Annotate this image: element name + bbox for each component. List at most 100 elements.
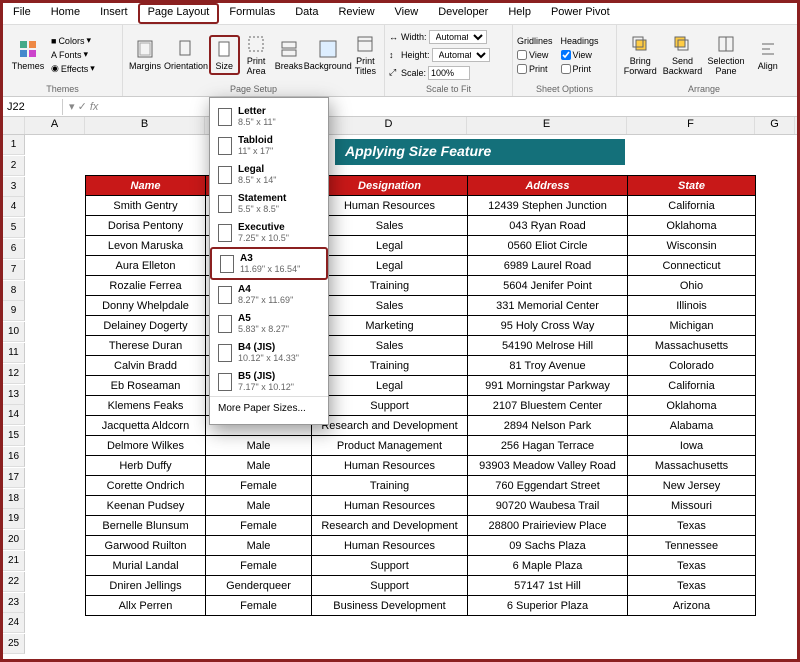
table-cell[interactable]: Female — [206, 476, 312, 496]
table-cell[interactable]: Michigan — [628, 316, 756, 336]
size-button[interactable]: Size — [209, 35, 240, 75]
table-cell[interactable]: 90720 Waubesa Trail — [468, 496, 628, 516]
headings-print-checkbox[interactable] — [561, 64, 571, 74]
margins-button[interactable]: Margins — [127, 37, 163, 73]
table-header[interactable]: State — [628, 176, 756, 196]
table-cell[interactable]: Support — [312, 396, 468, 416]
name-box[interactable]: J22 — [3, 99, 63, 115]
background-button[interactable]: Background — [307, 37, 349, 73]
table-cell[interactable]: 12439 Stephen Junction — [468, 196, 628, 216]
row-header[interactable]: 7 — [3, 260, 25, 280]
table-cell[interactable]: Dorisa Pentony — [86, 216, 206, 236]
table-cell[interactable]: Wisconsin — [628, 236, 756, 256]
table-cell[interactable]: New Jersey — [628, 476, 756, 496]
table-cell[interactable]: 991 Morningstar Parkway — [468, 376, 628, 396]
table-cell[interactable]: Massachusetts — [628, 456, 756, 476]
row-header[interactable]: 4 — [3, 197, 25, 217]
menu-formulas[interactable]: Formulas — [219, 3, 285, 24]
table-cell[interactable]: Oklahoma — [628, 396, 756, 416]
row-header[interactable]: 8 — [3, 281, 25, 301]
table-cell[interactable]: Sales — [312, 216, 468, 236]
row-header[interactable]: 19 — [3, 509, 25, 529]
size-option-statement[interactable]: Statement5.5" x 8.5" — [210, 189, 328, 218]
table-cell[interactable]: Female — [206, 516, 312, 536]
table-cell[interactable]: Alabama — [628, 416, 756, 436]
table-cell[interactable]: Colorado — [628, 356, 756, 376]
table-cell[interactable]: 5604 Jenifer Point — [468, 276, 628, 296]
row-header[interactable]: 12 — [3, 364, 25, 384]
table-cell[interactable]: Connecticut — [628, 256, 756, 276]
scale-input[interactable] — [428, 66, 470, 80]
menu-insert[interactable]: Insert — [90, 3, 138, 24]
table-cell[interactable]: Training — [312, 476, 468, 496]
table-cell[interactable]: Human Resources — [312, 496, 468, 516]
table-cell[interactable]: 6 Maple Plaza — [468, 556, 628, 576]
row-header[interactable]: 16 — [3, 447, 25, 467]
table-header[interactable]: Address — [468, 176, 628, 196]
row-header[interactable]: 5 — [3, 218, 25, 238]
row-header[interactable]: 3 — [3, 177, 25, 197]
table-cell[interactable]: Training — [312, 276, 468, 296]
table-cell[interactable]: Male — [206, 536, 312, 556]
align-button[interactable]: Align — [749, 37, 787, 73]
size-option-a5[interactable]: A55.83" x 8.27" — [210, 309, 328, 338]
table-cell[interactable]: Smith Gentry — [86, 196, 206, 216]
col-header[interactable]: B — [85, 117, 205, 134]
table-cell[interactable]: Donny Whelpdale — [86, 296, 206, 316]
table-cell[interactable]: 043 Ryan Road — [468, 216, 628, 236]
table-cell[interactable]: 2894 Nelson Park — [468, 416, 628, 436]
gridlines-print-checkbox[interactable] — [517, 64, 527, 74]
table-cell[interactable]: 6989 Laurel Road — [468, 256, 628, 276]
menu-data[interactable]: Data — [285, 3, 328, 24]
col-header[interactable]: F — [627, 117, 755, 134]
orientation-button[interactable]: Orientation — [165, 37, 207, 73]
table-cell[interactable]: Human Resources — [312, 536, 468, 556]
effects-button[interactable]: ◉ Effects ▾ — [51, 62, 95, 75]
table-cell[interactable]: Calvin Bradd — [86, 356, 206, 376]
table-cell[interactable]: Human Resources — [312, 456, 468, 476]
table-cell[interactable]: Corette Ondrich — [86, 476, 206, 496]
menu-view[interactable]: View — [385, 3, 429, 24]
table-cell[interactable]: Jacquetta Aldcorn — [86, 416, 206, 436]
table-cell[interactable]: Delainey Dogerty — [86, 316, 206, 336]
menu-power-pivot[interactable]: Power Pivot — [541, 3, 620, 24]
table-cell[interactable]: Allx Perren — [86, 596, 206, 616]
table-cell[interactable]: Support — [312, 576, 468, 596]
table-cell[interactable]: Delmore Wilkes — [86, 436, 206, 456]
row-header[interactable]: 21 — [3, 551, 25, 571]
table-cell[interactable]: 760 Eggendart Street — [468, 476, 628, 496]
menu-home[interactable]: Home — [41, 3, 90, 24]
table-cell[interactable]: Training — [312, 356, 468, 376]
table-cell[interactable]: 256 Hagan Terrace — [468, 436, 628, 456]
menu-help[interactable]: Help — [498, 3, 541, 24]
more-paper-sizes[interactable]: More Paper Sizes... — [210, 396, 328, 420]
size-option-b4-jis-[interactable]: B4 (JIS)10.12" x 14.33" — [210, 338, 328, 367]
size-option-a4[interactable]: A48.27" x 11.69" — [210, 280, 328, 309]
table-cell[interactable]: Texas — [628, 516, 756, 536]
send-backward-button[interactable]: Send Backward — [661, 32, 703, 78]
bring-forward-button[interactable]: Bring Forward — [621, 32, 659, 78]
table-cell[interactable]: 81 Troy Avenue — [468, 356, 628, 376]
print-titles-button[interactable]: Print Titles — [351, 32, 380, 78]
table-cell[interactable]: Texas — [628, 556, 756, 576]
table-cell[interactable]: Support — [312, 556, 468, 576]
menu-page-layout[interactable]: Page Layout — [138, 3, 220, 24]
table-cell[interactable]: California — [628, 196, 756, 216]
table-cell[interactable]: 95 Holy Cross Way — [468, 316, 628, 336]
table-cell[interactable]: 93903 Meadow Valley Road — [468, 456, 628, 476]
size-option-tabloid[interactable]: Tabloid11" x 17" — [210, 131, 328, 160]
table-cell[interactable]: Dniren Jellings — [86, 576, 206, 596]
table-cell[interactable]: Keenan Pudsey — [86, 496, 206, 516]
table-cell[interactable]: 28800 Prairieview Place — [468, 516, 628, 536]
size-option-legal[interactable]: Legal8.5" x 14" — [210, 160, 328, 189]
row-header[interactable]: 6 — [3, 239, 25, 259]
table-cell[interactable]: Female — [206, 596, 312, 616]
table-cell[interactable]: Sales — [312, 296, 468, 316]
table-cell[interactable]: Bernelle Blunsum — [86, 516, 206, 536]
table-cell[interactable]: 54190 Melrose Hill — [468, 336, 628, 356]
row-header[interactable]: 15 — [3, 426, 25, 446]
table-cell[interactable]: Product Management — [312, 436, 468, 456]
table-cell[interactable]: Oklahoma — [628, 216, 756, 236]
table-cell[interactable]: Illinois — [628, 296, 756, 316]
row-header[interactable]: 9 — [3, 301, 25, 321]
